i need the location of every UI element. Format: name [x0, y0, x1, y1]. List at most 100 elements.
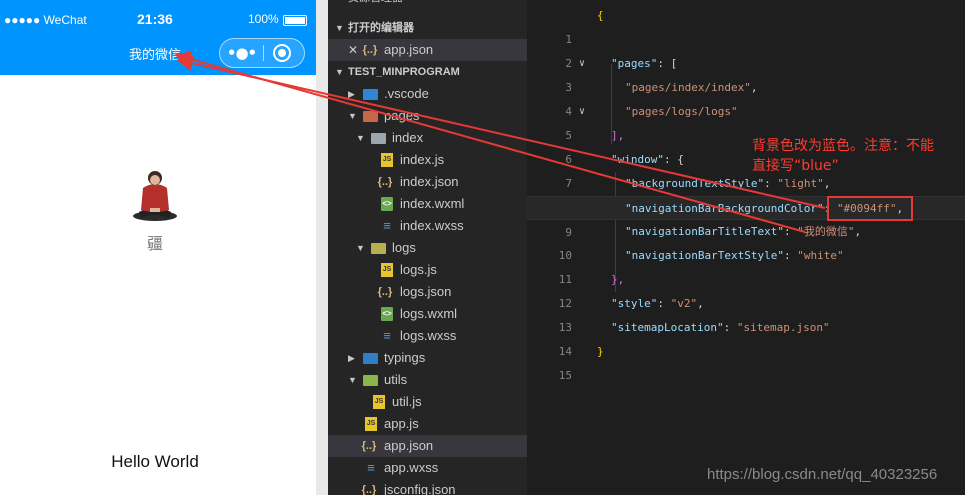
- simulator-edge: [316, 0, 328, 495]
- json-file-icon: {..}: [361, 484, 377, 495]
- tree-label: logs.js: [400, 262, 437, 277]
- json-punct: ,: [750, 81, 758, 94]
- tree-item-util-js[interactable]: JS util.js: [328, 391, 527, 413]
- tree-label: index: [392, 130, 424, 145]
- js-file-icon: JS: [381, 263, 393, 277]
- capsule-button[interactable]: •●•: [219, 38, 305, 68]
- chevron-down-icon: ▼: [348, 375, 357, 385]
- tree-item-index-wxss[interactable]: ≡ index.wxss: [328, 215, 527, 237]
- json-punct: : {: [663, 153, 684, 166]
- json-punct: :: [764, 177, 778, 190]
- json-key: "pages": [611, 57, 658, 70]
- json-key: "window": [611, 153, 664, 166]
- user-nickname: 疆: [146, 234, 163, 253]
- open-editors-label: 打开的编辑器: [348, 22, 414, 34]
- code-line-12: 12 },: [527, 268, 965, 310]
- tree-label: app.wxss: [384, 460, 439, 475]
- navigation-bar: ●●●●● WeChat 21:36 100% 我的微信 •●•: [0, 0, 316, 75]
- folder-open-icon: [371, 243, 386, 254]
- json-key: "backgroundTextStyle": [625, 177, 765, 190]
- json-punct: :: [783, 249, 798, 262]
- tree-item-index-folder[interactable]: ▼ index: [328, 127, 527, 149]
- tree-item-pages[interactable]: ▼ pages: [328, 105, 527, 127]
- close-miniprogram-icon[interactable]: [273, 44, 291, 62]
- code-text: "sitemapLocation": "sitemap.json": [611, 316, 830, 340]
- json-punct: :: [723, 321, 737, 334]
- tree-item-logs-folder[interactable]: ▼ logs: [328, 237, 527, 259]
- annotation-line: 直接写“blue”: [752, 158, 839, 174]
- tree-item-logs-wxss[interactable]: ≡ logs.wxss: [328, 325, 527, 347]
- tree-label: logs.wxml: [400, 306, 458, 321]
- chevron-down-icon: ▼: [356, 243, 365, 253]
- carrier-signal: ●●●●● WeChat: [4, 13, 87, 27]
- tree-item-logs-wxml[interactable]: <> logs.wxml: [328, 303, 527, 325]
- chevron-right-icon: ▶: [348, 353, 355, 363]
- tree-item-typings[interactable]: ▶ typings: [328, 347, 527, 369]
- open-editor-item[interactable]: ✕ {..} app.json: [328, 39, 527, 61]
- code-line-1: 1 ∨ {: [527, 4, 965, 69]
- css-file-icon: ≡: [367, 460, 375, 475]
- js-file-icon: JS: [365, 417, 377, 431]
- code-text: "pages": [: [611, 52, 677, 76]
- tree-item-app-json[interactable]: {..} app.json: [328, 435, 527, 457]
- code-line-4: 4 "pages/index/index",: [527, 76, 965, 118]
- line-number: 15: [558, 369, 572, 382]
- chevron-down-icon: ▼: [356, 133, 365, 143]
- tree-label: index.wxss: [400, 218, 464, 233]
- open-editor-label: app.json: [384, 42, 434, 57]
- tree-label: .vscode: [384, 86, 429, 101]
- tree-label: app.js: [384, 416, 419, 431]
- json-string: "white": [797, 249, 844, 262]
- tree-item-index-wxml[interactable]: <> index.wxml: [328, 193, 527, 215]
- code-text: "pages/index/index",: [625, 76, 757, 100]
- code-line-13: 13 "style": "v2",: [527, 292, 965, 334]
- tree-item-vscode[interactable]: ▶ .vscode: [328, 83, 527, 105]
- code-line-15: 15 }: [527, 340, 965, 382]
- code-text: "pages/logs/logs": [625, 105, 738, 118]
- json-file-icon: {..}: [377, 176, 393, 188]
- status-bar: ●●●●● WeChat 21:36 100%: [0, 9, 316, 31]
- json-key: "navigationBarTitleText": [625, 225, 784, 238]
- tree-item-app-wxss[interactable]: ≡ app.wxss: [328, 457, 527, 479]
- tree-item-app-js[interactable]: JS app.js: [328, 413, 527, 435]
- more-menu-icon[interactable]: •●•: [220, 39, 263, 67]
- json-key: "style": [611, 297, 658, 310]
- close-icon[interactable]: ✕: [348, 39, 358, 61]
- tree-item-logs-json[interactable]: {..} logs.json: [328, 281, 527, 303]
- folder-open-icon: [363, 375, 378, 386]
- explorer-title-label: 资源管理器: [348, 0, 403, 9]
- user-avatar: [133, 171, 177, 221]
- json-string: "sitemap.json": [736, 321, 830, 334]
- json-punct: : [: [657, 57, 678, 70]
- wxml-file-icon: <>: [381, 197, 393, 211]
- css-file-icon: ≡: [383, 218, 391, 233]
- code-line-11: 11 "navigationBarTextStyle": "white": [527, 244, 965, 286]
- folder-icon: [363, 353, 378, 364]
- json-key: "sitemapLocation": [611, 321, 724, 334]
- project-label: TEST_MINPROGRAM: [348, 66, 460, 78]
- folder-icon: [363, 89, 378, 100]
- json-string: "我的微信": [797, 225, 855, 238]
- open-editors-section[interactable]: ▼ 打开的编辑器: [328, 17, 527, 39]
- tree-label: logs: [392, 240, 416, 255]
- json-file-icon: {..}: [362, 44, 378, 56]
- json-string: "light": [777, 177, 824, 190]
- code-text: ],: [611, 129, 625, 142]
- code-text: }: [597, 345, 604, 358]
- code-editor[interactable]: 1 ∨ { 2 3 ∨ "pages": [ 4 "pages/index/in…: [527, 0, 965, 495]
- simulator-screen: ●●●●● WeChat 21:36 100% 我的微信 •●• 疆 Hello…: [0, 0, 316, 495]
- tree-item-logs-js[interactable]: JS logs.js: [328, 259, 527, 281]
- json-key: "navigationBarTextStyle": [625, 249, 784, 262]
- js-file-icon: JS: [381, 153, 393, 167]
- annotation-note: 背景色改为蓝色。注意：不能 直接写“blue”: [752, 136, 957, 176]
- tree-item-index-js[interactable]: JS index.js: [328, 149, 527, 171]
- battery-icon: [283, 15, 307, 26]
- folder-open-icon: [371, 133, 386, 144]
- tree-item-utils[interactable]: ▼ utils: [328, 369, 527, 391]
- project-section[interactable]: ▼ TEST_MINPROGRAM: [328, 61, 527, 83]
- status-time: 21:36: [137, 11, 173, 27]
- hello-text: Hello World: [111, 452, 199, 471]
- tree-item-index-json[interactable]: {..} index.json: [328, 171, 527, 193]
- wxml-file-icon: <>: [381, 307, 393, 321]
- tree-item-jsconfig[interactable]: {..} jsconfig.json: [328, 479, 527, 495]
